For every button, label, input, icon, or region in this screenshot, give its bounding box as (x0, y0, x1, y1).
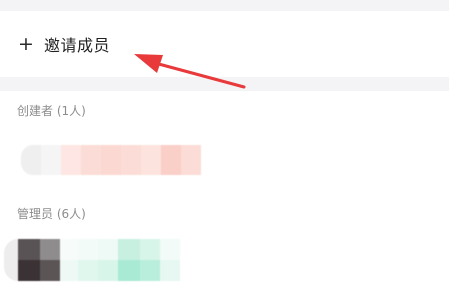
member-name-pixelated (160, 239, 180, 281)
member-list: 创建者 (1人) 管理员 (6人) (0, 91, 449, 300)
member-name-pixelated (101, 145, 121, 175)
member-name-pixelated (161, 145, 181, 175)
member-name-pixelated (81, 145, 101, 175)
plus-icon: + (18, 33, 34, 55)
creator-member-row[interactable] (21, 145, 201, 175)
top-strip (0, 0, 449, 11)
member-avatar-pixelated (18, 239, 40, 281)
member-avatar-pixelated (40, 239, 60, 281)
member-name-pixelated (60, 239, 78, 281)
invite-member-label: 邀请成员 (44, 36, 111, 55)
member-name-pixelated (61, 145, 81, 175)
member-name-pixelated (98, 239, 118, 281)
member-name-pixelated (141, 145, 161, 175)
creator-section-label: 创建者 (1人) (17, 104, 86, 118)
member-name-pixelated (41, 145, 61, 175)
member-avatar-pixelated (21, 145, 41, 175)
member-avatar-pixelated (4, 239, 18, 281)
member-name-pixelated (118, 239, 140, 281)
member-name-pixelated (181, 145, 201, 175)
admin-member-row[interactable] (4, 239, 180, 281)
member-name-pixelated (140, 239, 160, 281)
invite-member-button[interactable]: + 邀请成员 (0, 11, 449, 77)
member-name-pixelated (78, 239, 98, 281)
member-name-pixelated (121, 145, 141, 175)
admin-section-label: 管理员 (6人) (17, 207, 86, 221)
page: + 邀请成员 创建者 (1人) 管理员 (6人) (0, 0, 449, 300)
